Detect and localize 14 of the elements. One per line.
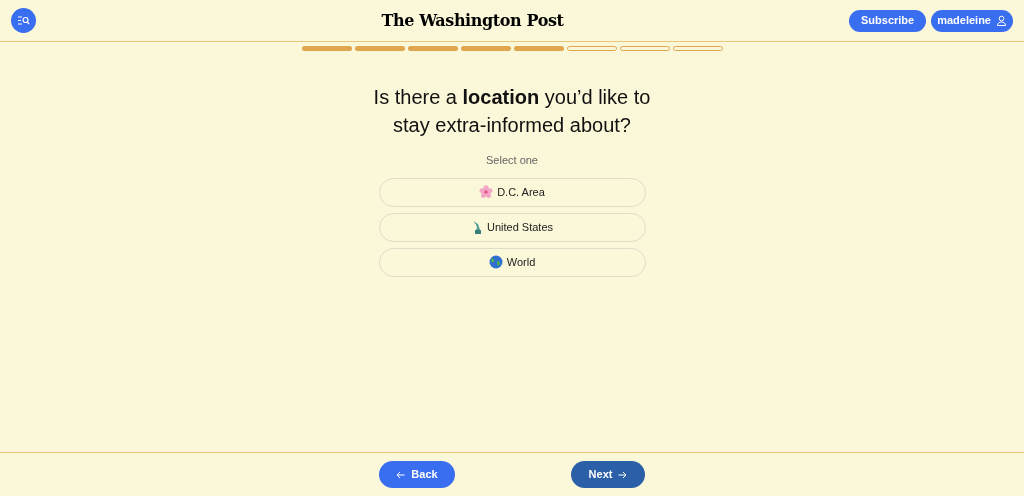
select-hint: Select one xyxy=(486,153,538,168)
next-button[interactable]: Next xyxy=(571,461,645,488)
arrow-right-icon xyxy=(618,470,628,479)
question-heading: Is there a location you’d like to stay extra-informed about? xyxy=(372,85,652,138)
arrow-left-icon xyxy=(396,470,406,479)
back-button[interactable]: Back xyxy=(379,461,455,488)
globe-icon xyxy=(488,255,503,269)
user-icon xyxy=(996,15,1007,26)
account-button[interactable]: madeleine xyxy=(931,9,1013,32)
subscribe-button[interactable]: Subscribe xyxy=(849,9,927,32)
flower-icon xyxy=(479,185,494,199)
newspaper-logo[interactable]: The Washington Post xyxy=(381,8,564,33)
menu-search-icon xyxy=(17,15,30,26)
menu-search-button[interactable] xyxy=(11,8,36,33)
